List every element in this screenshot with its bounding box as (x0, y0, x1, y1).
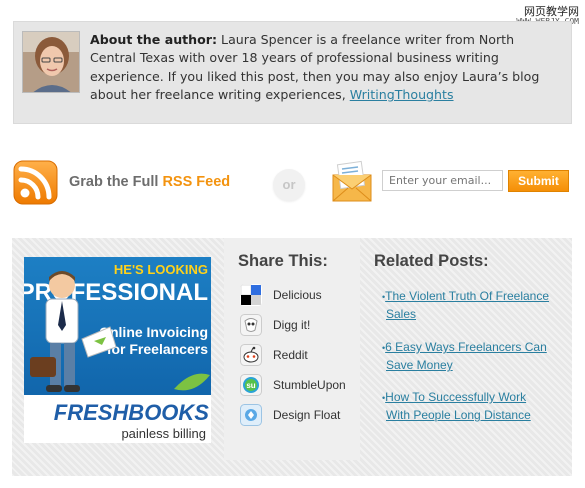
email-input[interactable] (382, 170, 503, 191)
freshbooks-ad[interactable]: HE'S LOOKING PROFESSIONAL Online Invoici… (24, 257, 211, 443)
ad-headline-1: HE'S LOOKING (114, 262, 208, 277)
related-post[interactable]: •The Violent Truth Of Freelance Sales (382, 288, 562, 323)
rss-icon[interactable] (13, 160, 58, 205)
svg-text:su: su (246, 381, 255, 390)
author-heading: About the author: (90, 32, 218, 47)
share-label: Reddit (273, 348, 308, 362)
ad-slogan: painless billing (121, 426, 206, 441)
stumbleupon-icon: su (240, 374, 262, 396)
related-post[interactable]: •6 Easy Ways Freelancers Can Save Money (382, 339, 562, 374)
related-post-link-line2[interactable]: With People Long Distance (386, 408, 531, 422)
author-box: About the author: Laura Spencer is a fre… (13, 21, 572, 124)
subscribe-row: Grab the Full RSS Feed or Submit (0, 155, 585, 211)
share-label: StumbleUpon (273, 378, 346, 392)
rss-prefix: Grab the Full (69, 174, 163, 190)
share-delicious[interactable]: Delicious (240, 284, 360, 308)
rss-feed-link[interactable]: Grab the Full RSS Feed (69, 174, 230, 190)
share-reddit[interactable]: Reddit (240, 344, 360, 368)
ad-tagline-1: Online Invoicing (99, 324, 208, 340)
submit-button[interactable]: Submit (508, 170, 569, 192)
share-label: Delicious (273, 288, 322, 302)
related-post-link-line1[interactable]: 6 Easy Ways Freelancers Can (385, 340, 547, 354)
related-post-link-line2[interactable]: Sales (386, 307, 416, 321)
related-post[interactable]: •How To Successfully Work With People Lo… (382, 389, 562, 424)
share-label: Design Float (273, 408, 341, 422)
mail-icon (327, 157, 377, 205)
share-stumbleupon[interactable]: su StumbleUpon (240, 374, 360, 398)
related-post-link-line1[interactable]: How To Successfully Work (385, 390, 526, 404)
watermark-title: 网页教学网 (524, 5, 579, 18)
reddit-icon (240, 344, 262, 366)
related-post-link-line2[interactable]: Save Money (386, 358, 453, 372)
ad-tagline-2: for Freelancers (107, 341, 208, 357)
share-designfloat[interactable]: Design Float (240, 404, 360, 428)
or-separator: or (273, 169, 305, 201)
digg-icon (240, 314, 262, 336)
author-bio: About the author: Laura Spencer is a fre… (90, 31, 560, 105)
writingthoughts-link[interactable]: WritingThoughts (350, 87, 454, 102)
related-title: Related Posts: (374, 252, 489, 270)
share-column: Share This: Delicious Digg it! Reddit su… (224, 238, 360, 460)
rss-accent: RSS Feed (162, 174, 231, 190)
related-post-link-line1[interactable]: The Violent Truth Of Freelance (385, 289, 549, 303)
share-title: Share This: (238, 252, 328, 270)
share-digg[interactable]: Digg it! (240, 314, 360, 338)
author-avatar (22, 31, 80, 93)
ad-brand: FRESHBOOKS (54, 400, 210, 425)
designfloat-icon (240, 404, 262, 426)
share-label: Digg it! (273, 318, 311, 332)
delicious-icon (240, 284, 262, 306)
